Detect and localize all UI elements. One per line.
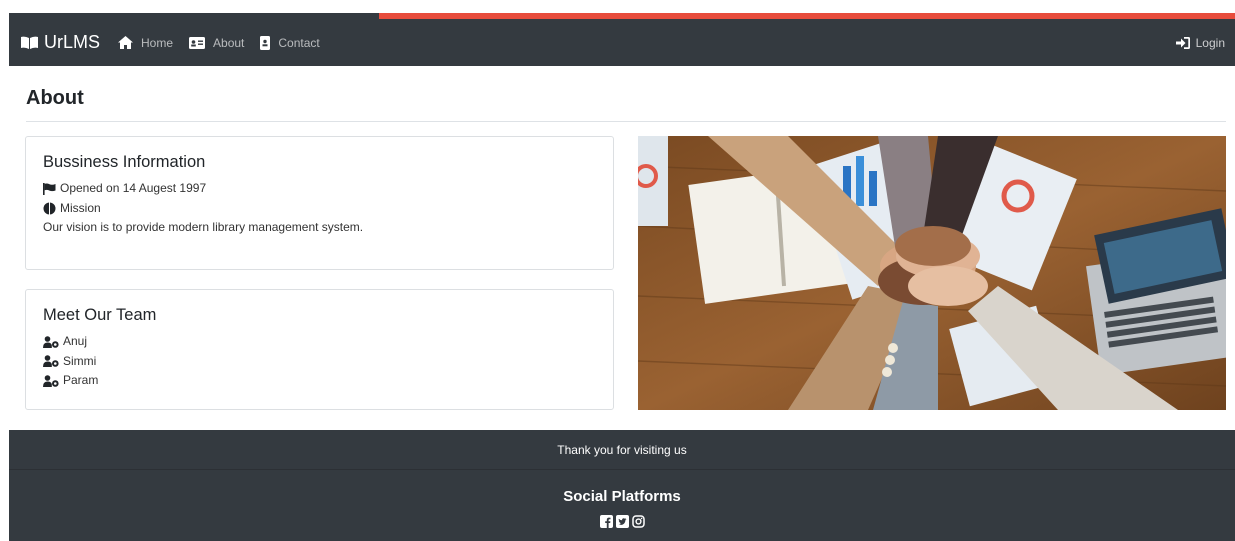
mission-icon [43,202,56,215]
nav-contact-label: Contact [278,35,320,50]
social-platforms-title: Social Platforms [563,488,681,505]
id-card-icon [189,36,206,49]
nav-home[interactable]: Home [118,36,173,50]
nav-about[interactable]: About [189,36,244,50]
brand-name: UrLMS [44,32,101,52]
instagram-icon[interactable] [631,515,645,528]
team-member-name: Simmi [63,353,97,368]
nav-contact[interactable]: Contact [260,35,320,50]
facebook-icon[interactable] [599,515,613,528]
user-cog-icon [43,374,59,387]
mission-line: Mission [43,199,596,219]
social-icons [9,515,1235,528]
title-divider [26,121,1226,122]
team-member: Simmi [43,352,596,372]
vision-text: Our vision is to provide modern library … [43,220,364,234]
footer-thanks: Thank you for visiting us [9,430,1235,470]
team-hands-illustration [638,136,1226,410]
footer: Thank you for visiting us Social Platfor… [9,430,1235,541]
page-title: About [26,87,84,109]
team-card: Meet Our Team Anuj Simmi Param [25,289,614,410]
mission-label: Mission [60,200,101,215]
flag-icon [43,182,56,195]
footer-social-section: Social Platforms [9,470,1235,528]
home-icon [118,36,134,49]
nav-about-label: About [213,35,245,50]
team-member: Param [43,371,596,391]
team-member: Anuj [43,332,596,352]
business-info-title: Bussiness Information [43,153,206,171]
twitter-icon[interactable] [615,515,629,528]
opened-text: Opened on 14 Augest 1997 [60,181,207,195]
nav-home-label: Home [141,35,174,50]
login-link[interactable]: Login [1175,35,1225,50]
team-member-name: Anuj [63,334,88,348]
user-cog-icon [43,335,59,348]
user-cog-icon [43,355,59,368]
business-info-card: Bussiness Information Opened on 14 Auges… [25,136,614,270]
team-member-name: Param [63,373,99,387]
sign-in-icon [1175,36,1190,49]
login-label: Login [1195,35,1225,50]
team-title: Meet Our Team [43,306,157,324]
opened-line: Opened on 14 Augest 1997 [43,179,596,199]
brand-link[interactable]: UrLMS [21,32,100,53]
book-open-icon [21,36,38,49]
vision-line: Our vision is to provide modern library … [43,218,596,238]
contact-card-icon [260,35,271,50]
navbar: UrLMS Home About Contact Login [9,19,1235,66]
team-hands-photo [638,136,1226,410]
